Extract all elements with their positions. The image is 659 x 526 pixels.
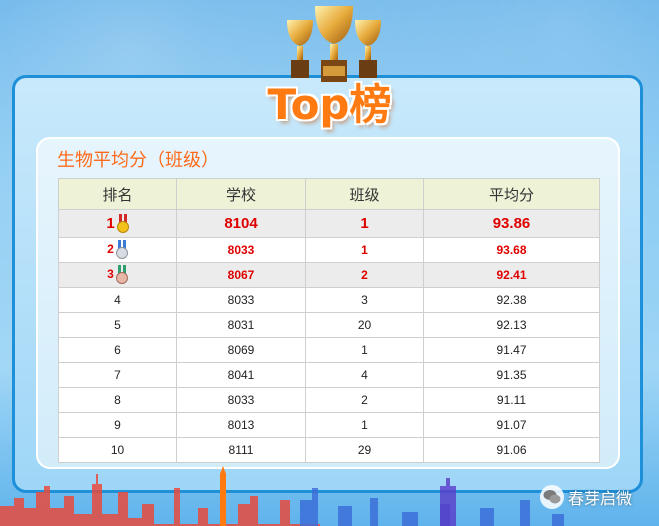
class-cell: 1 bbox=[305, 337, 424, 363]
rank-cell: 6 bbox=[58, 337, 177, 363]
bronze-medal-icon bbox=[115, 265, 128, 284]
school-cell: 8033 bbox=[176, 387, 306, 413]
class-cell: 29 bbox=[305, 437, 424, 463]
table-row: 3 8067 2 92.41 bbox=[58, 262, 600, 288]
school-cell: 8013 bbox=[176, 412, 306, 438]
school-cell: 8033 bbox=[176, 237, 306, 263]
class-cell: 2 bbox=[305, 387, 424, 413]
rank-cell: 5 bbox=[58, 312, 177, 338]
average-cell: 91.06 bbox=[423, 437, 600, 463]
class-cell: 20 bbox=[305, 312, 424, 338]
watermark-text: 春芽启微 bbox=[568, 489, 633, 508]
table-row: 1 8104 1 93.86 bbox=[58, 209, 600, 238]
table-row: 9 8013 1 91.07 bbox=[58, 412, 600, 438]
table-row: 4 8033 3 92.38 bbox=[58, 287, 600, 313]
class-cell: 1 bbox=[305, 237, 424, 263]
average-cell: 92.38 bbox=[423, 287, 600, 313]
average-cell: 91.35 bbox=[423, 362, 600, 388]
average-cell: 93.86 bbox=[423, 209, 600, 238]
school-cell: 8031 bbox=[176, 312, 306, 338]
rank-value: 2 bbox=[107, 242, 114, 257]
table-subtitle: 生物平均分（班级） bbox=[57, 150, 219, 171]
school-cell: 8033 bbox=[176, 287, 306, 313]
table-row: 10 8111 29 91.06 bbox=[58, 437, 600, 463]
rank-cell: 10 bbox=[58, 437, 177, 463]
watermark: 春芽启微 bbox=[540, 482, 655, 512]
school-cell: 8104 bbox=[176, 209, 306, 238]
rank-cell: 8 bbox=[58, 387, 177, 413]
column-header-school: 学校 bbox=[176, 178, 306, 210]
school-cell: 8041 bbox=[176, 362, 306, 388]
wechat-icon bbox=[540, 485, 564, 509]
ranking-table: 排名 学校 班级 平均分 1 8104 1 93.86 2 8033 1 93.… bbox=[58, 178, 600, 463]
rank-cell: 1 bbox=[58, 209, 177, 238]
table-row: 7 8041 4 91.35 bbox=[58, 362, 600, 388]
table-header-row: 排名 学校 班级 平均分 bbox=[58, 178, 600, 210]
table-row: 8 8033 2 91.11 bbox=[58, 387, 600, 413]
page-title: Top榜 bbox=[267, 80, 392, 129]
rank-cell: 3 bbox=[58, 262, 177, 288]
school-cell: 8069 bbox=[176, 337, 306, 363]
average-cell: 93.68 bbox=[423, 237, 600, 263]
rank-cell: 7 bbox=[58, 362, 177, 388]
gold-medal-icon bbox=[116, 213, 129, 233]
table-row: 5 8031 20 92.13 bbox=[58, 312, 600, 338]
class-cell: 4 bbox=[305, 362, 424, 388]
average-cell: 91.07 bbox=[423, 412, 600, 438]
table-row: 2 8033 1 93.68 bbox=[58, 237, 600, 263]
class-cell: 3 bbox=[305, 287, 424, 313]
class-cell: 1 bbox=[305, 209, 424, 238]
silver-medal-icon bbox=[115, 240, 128, 259]
column-header-class: 班级 bbox=[305, 178, 424, 210]
rank-cell: 2 bbox=[58, 237, 177, 263]
average-cell: 92.41 bbox=[423, 262, 600, 288]
trophy-icon bbox=[287, 6, 381, 82]
school-cell: 8111 bbox=[176, 437, 306, 463]
table-row: 6 8069 1 91.47 bbox=[58, 337, 600, 363]
rank-cell: 4 bbox=[58, 287, 177, 313]
school-cell: 8067 bbox=[176, 262, 306, 288]
column-header-rank: 排名 bbox=[58, 178, 177, 210]
rank-value: 1 bbox=[106, 214, 115, 232]
class-cell: 2 bbox=[305, 262, 424, 288]
rank-cell: 9 bbox=[58, 412, 177, 438]
average-cell: 92.13 bbox=[423, 312, 600, 338]
average-cell: 91.47 bbox=[423, 337, 600, 363]
column-header-average: 平均分 bbox=[423, 178, 600, 210]
rank-value: 3 bbox=[107, 267, 114, 282]
average-cell: 91.11 bbox=[423, 387, 600, 413]
class-cell: 1 bbox=[305, 412, 424, 438]
